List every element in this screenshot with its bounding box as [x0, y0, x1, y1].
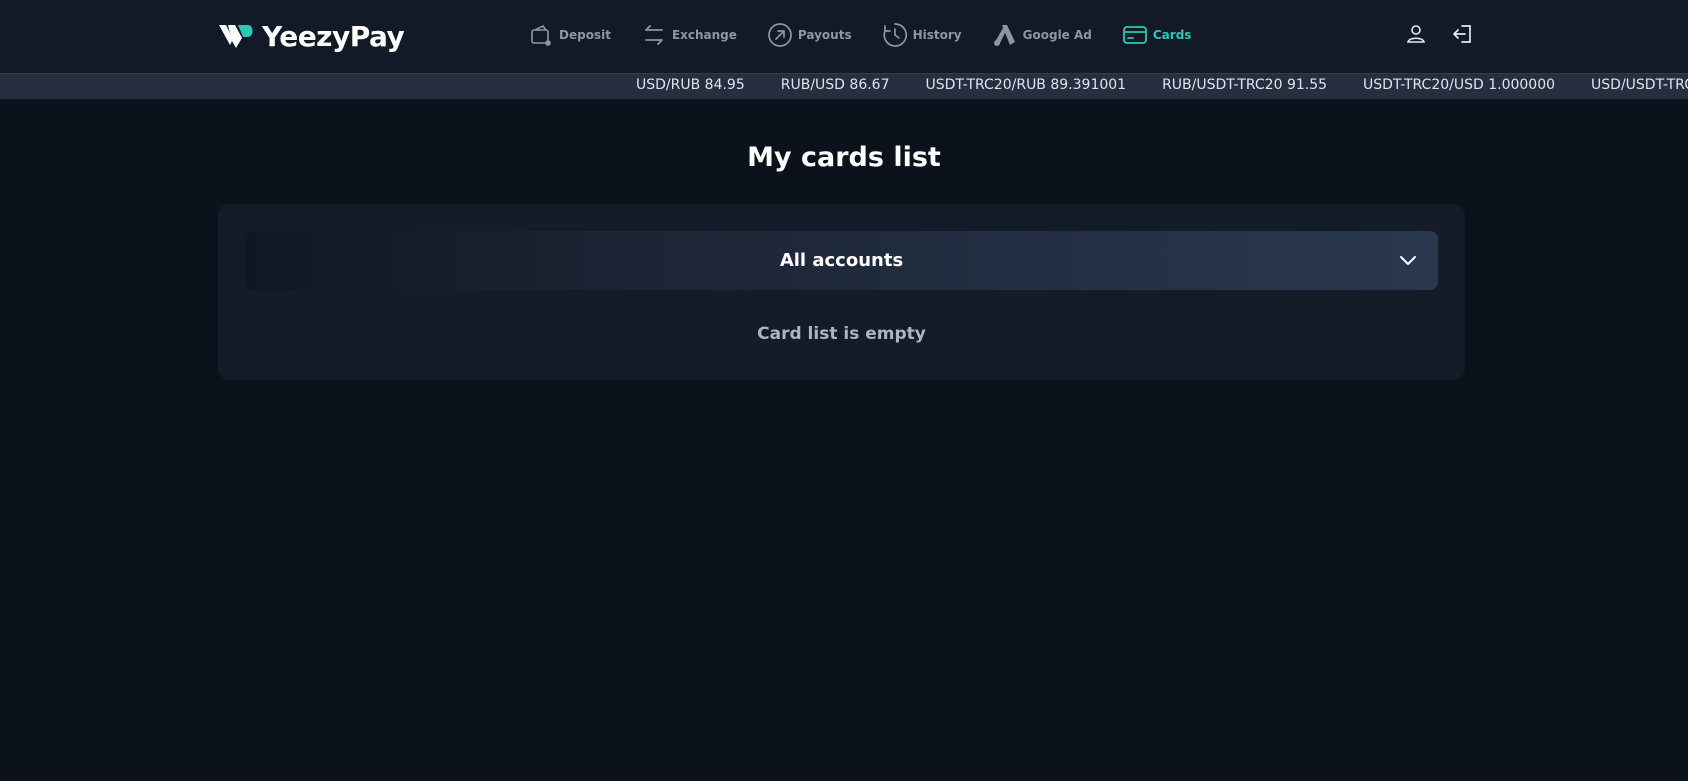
nav-item-history[interactable]: History — [882, 20, 962, 50]
account-select[interactable]: All accounts — [245, 231, 1438, 290]
cards-panel: All accounts Card list is empty — [218, 204, 1465, 380]
ticker-rate: USDT-TRC20/RUB 89.391001 — [925, 77, 1127, 93]
wallet-icon — [531, 24, 551, 46]
nav-item-exchange[interactable]: Exchange — [641, 20, 737, 50]
exchange-arrows-icon — [645, 25, 663, 45]
exchange-rate-ticker: USD/RUB 84.95 RUB/USD 86.67 USDT-TRC20/R… — [0, 73, 1688, 99]
header-actions — [1404, 22, 1474, 46]
empty-state-message: Card list is empty — [757, 324, 926, 344]
nav-item-label: Payouts — [797, 28, 852, 42]
nav-item-label: Google Ad — [1022, 28, 1092, 42]
user-icon[interactable] — [1404, 22, 1428, 46]
nav-item-label: Cards — [1152, 28, 1192, 42]
ticker-rate: USDT-TRC20/USD 1.000000 — [1363, 77, 1556, 93]
history-clock-icon — [883, 23, 907, 47]
brand-logo[interactable]: YeezyPay — [218, 18, 405, 54]
nav-item-deposit[interactable]: Deposit — [528, 20, 611, 50]
nav-item-label: History — [912, 28, 962, 42]
nav-item-label: Exchange — [671, 28, 737, 42]
nav-item-cards[interactable]: Cards — [1122, 20, 1192, 50]
top-header: YeezyPay Deposit Exchange Payouts Histor… — [0, 0, 1688, 73]
credit-card-icon — [1122, 26, 1147, 44]
ticker-rate: RUB/USDT-TRC20 91.55 — [1162, 77, 1328, 93]
nav-item-payouts[interactable]: Payouts — [767, 20, 852, 50]
logout-icon[interactable] — [1450, 22, 1474, 46]
google-ads-icon — [993, 25, 1015, 46]
chevron-down-icon — [1400, 256, 1416, 265]
page-title: My cards list — [747, 142, 941, 173]
nav-item-label: Deposit — [559, 28, 611, 42]
ticker-rate: USD/USDT-TRC — [1591, 77, 1688, 93]
account-select-value: All accounts — [779, 250, 904, 271]
nav-item-google-ad[interactable]: Google Ad — [992, 20, 1092, 50]
ticker-rate: USD/RUB 84.95 — [636, 77, 745, 93]
brand-name: YeezyPay — [262, 19, 405, 53]
main-nav: Deposit Exchange Payouts History Google … — [528, 20, 1221, 50]
yeezypay-logo-icon — [219, 25, 253, 48]
arrow-up-right-circle-icon — [768, 23, 792, 47]
ticker-rate: RUB/USD 86.67 — [780, 77, 890, 93]
ticker-track: USD/RUB 84.95 RUB/USD 86.67 USDT-TRC20/R… — [636, 77, 1688, 93]
